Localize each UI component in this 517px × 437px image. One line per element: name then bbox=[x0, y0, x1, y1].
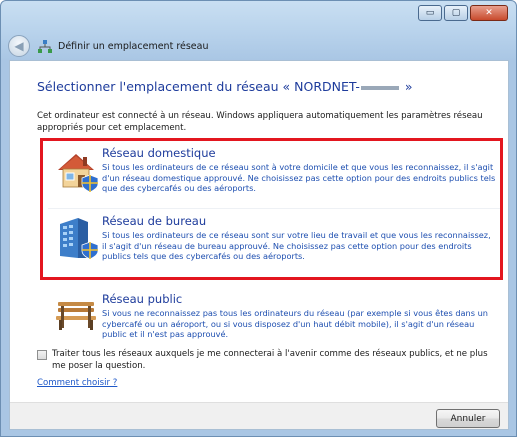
option-public-description: Si vous ne reconnaissez pas tous les ord… bbox=[102, 308, 488, 339]
close-button[interactable]: ✕ bbox=[470, 5, 508, 21]
redacted-network-name bbox=[360, 85, 399, 90]
page-heading: Sélectionner l'emplacement du réseau « N… bbox=[37, 79, 413, 94]
cancel-button[interactable]: Annuler bbox=[436, 409, 500, 428]
titlebar-controls: ▭ ▢ ✕ bbox=[418, 5, 508, 21]
nav-bar: ◀ Définir un emplacement réseau bbox=[8, 33, 209, 59]
park-bench-icon bbox=[54, 294, 98, 338]
network-icon bbox=[38, 39, 52, 53]
treat-as-public-label[interactable]: Traiter tous les réseaux auxquels je me … bbox=[52, 349, 497, 372]
public-checkbox-row: Traiter tous les réseaux auxquels je me … bbox=[37, 349, 497, 372]
red-highlight-box bbox=[40, 138, 503, 280]
minimize-icon: ▭ bbox=[425, 7, 435, 18]
close-icon: ✕ bbox=[485, 7, 493, 18]
option-public-network[interactable]: Réseau public Si vous ne reconnaissez pa… bbox=[48, 286, 500, 354]
nav-title: Définir un emplacement réseau bbox=[58, 40, 209, 52]
heading-text: Sélectionner l'emplacement du réseau « N… bbox=[37, 79, 360, 94]
option-public-title: Réseau public bbox=[102, 292, 183, 306]
dialog-footer: Annuler bbox=[10, 402, 508, 429]
how-to-choose-link[interactable]: Comment choisir ? bbox=[37, 378, 117, 388]
heading-suffix: » bbox=[400, 79, 413, 94]
treat-as-public-checkbox[interactable] bbox=[37, 350, 47, 360]
minimize-button[interactable]: ▭ bbox=[418, 5, 442, 21]
maximize-button[interactable]: ▢ bbox=[444, 5, 468, 21]
maximize-icon: ▢ bbox=[451, 7, 461, 18]
back-arrow-icon: ◀ bbox=[14, 39, 24, 53]
intro-text: Cet ordinateur est connecté à un réseau.… bbox=[37, 111, 483, 133]
back-button[interactable]: ◀ bbox=[8, 35, 30, 57]
